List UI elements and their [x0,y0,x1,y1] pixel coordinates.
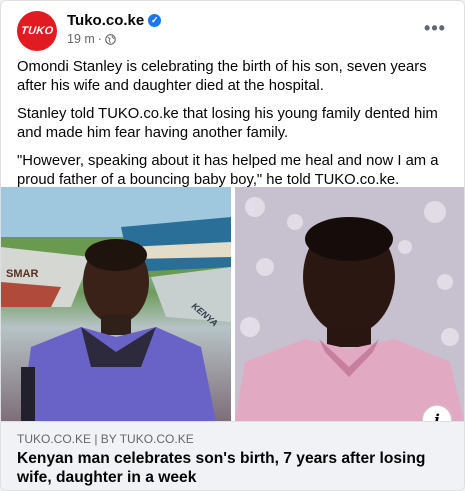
page-avatar[interactable]: TUKO [17,11,57,51]
link-preview[interactable]: TUKO.CO.KE | BY TUKO.CO.KE Kenyan man ce… [1,421,464,490]
photo-right-illustration [235,187,464,421]
page-name-link[interactable]: Tuko.co.ke ✓ [67,12,162,29]
boat-label-left: SMAR [6,268,38,280]
avatar-logo-text: TUKO [20,25,54,37]
link-source: TUKO.CO.KE | BY TUKO.CO.KE [17,432,194,446]
post-paragraph-2: Stanley told TUKO.co.ke that losing his … [17,106,438,141]
post-meta: 19 m · [67,32,116,46]
post-card: TUKO Tuko.co.ke ✓ 19 m · ••• Omondi Stan… [0,0,465,491]
verified-badge-icon: ✓ [148,14,162,27]
post-time[interactable]: 19 m [67,32,95,46]
link-title[interactable]: Kenyan man celebrates son's birth, 7 yea… [17,449,448,487]
globe-icon [105,33,116,45]
photo-man-at-lakeside[interactable]: SMAR KENYA [1,187,231,421]
page-name[interactable]: Tuko.co.ke [67,12,144,29]
photo-man-portrait[interactable] [235,187,464,421]
more-options-button[interactable]: ••• [420,15,450,41]
post-paragraph-1: Omondi Stanley is celebrating the birth … [17,59,427,94]
post-header: TUKO Tuko.co.ke ✓ 19 m · ••• [17,11,452,51]
photo-left-illustration: SMAR KENYA [1,187,231,421]
meta-separator: · [97,32,102,46]
post-paragraph-3: "However, speaking about it has helped m… [17,153,439,188]
post-text: Omondi Stanley is celebrating the birth … [17,58,452,199]
